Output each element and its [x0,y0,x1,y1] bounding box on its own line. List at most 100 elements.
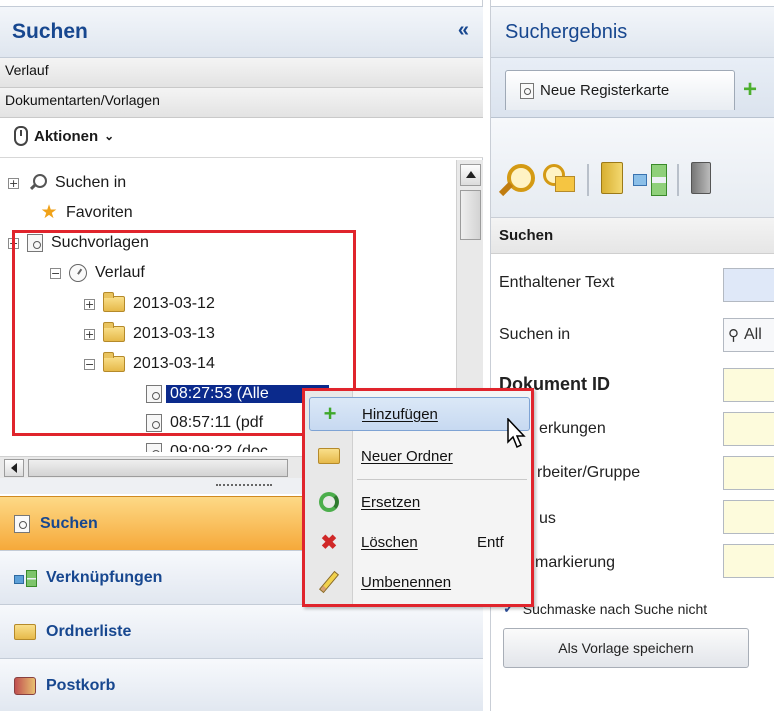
menu-item-ersetzen[interactable]: Ersetzen [309,485,530,519]
tree-node-favoriten[interactable]: ★ Favoriten [38,200,133,226]
label-bearbeiter-gruppe: rbeiter/Gruppe [537,464,641,481]
toolbar-separator [587,164,589,196]
collapse-icon[interactable]: − [50,267,61,279]
sidebar-header: Suchen « [0,6,483,58]
tree-node-suchen-in[interactable]: + Suchen in [8,170,126,196]
suchen-in-field[interactable]: ⚲ All [723,318,774,352]
splitter-grip[interactable] [216,484,272,487]
menu-item-umbenennen[interactable]: Umbenennen [309,565,530,599]
tree-node-entry[interactable]: 09:09:22 (doc [146,439,268,452]
document-search-icon [146,385,162,403]
plus-icon: + [323,401,337,426]
tab-strip: Neue Registerkarte + [491,58,774,118]
menu-item-shortcut: Entf [477,533,504,551]
label-status: us [539,510,556,527]
tree-node-suchvorlagen[interactable]: − Suchvorlagen [8,230,149,256]
document-search-icon [14,514,30,533]
tree-label: 2013-03-13 [133,325,215,342]
document-search-icon [146,414,162,432]
bemerkungen-input[interactable] [723,412,774,446]
result-title: Suchergebnis [505,21,628,43]
collapse-sidebar-button[interactable]: « [458,19,469,42]
dokument-id-input[interactable] [723,368,774,402]
menu-separator [357,479,527,480]
expand-icon[interactable]: + [84,298,95,310]
collapse-icon[interactable]: − [84,358,95,370]
suchen-in-value: All [744,326,762,343]
folder-icon [318,448,340,464]
inbox-icon [14,676,36,695]
star-icon: ★ [40,202,58,223]
search-icon [27,173,49,193]
tree-label: 2013-03-12 [133,295,215,312]
expand-icon[interactable]: + [84,328,95,340]
menu-item-hinzufuegen[interactable]: + Hinzufügen [309,397,530,431]
tree-label: Favoriten [66,204,133,221]
expand-icon[interactable]: + [8,177,19,189]
menu-item-label: Hinzufügen [362,405,438,423]
nav-postkorb[interactable]: Postkorb [0,658,483,711]
pencil-icon [318,570,340,594]
search-toolbar [491,118,774,218]
tree-label: Verlauf [95,264,145,281]
menu-item-loeschen[interactable]: ✖ Löschen Entf [309,525,530,559]
clock-icon [69,264,87,282]
nav-ordnerliste[interactable]: Ordnerliste [0,604,483,658]
toolbar-separator [677,164,679,196]
cursor-icon [507,418,526,449]
search-folder-icon[interactable] [541,162,575,198]
tree-node-verlauf[interactable]: − Verlauf [50,260,145,286]
scroll-thumb[interactable] [28,459,288,477]
label-suchen-in: Suchen in [499,326,571,343]
label-markierung: markierung [535,554,616,571]
sidebar-title: Suchen [12,20,88,43]
menu-item-neuer-ordner[interactable]: Neuer Ordner [309,439,530,473]
menu-item-label: Löschen [361,533,418,551]
search-icon[interactable] [499,162,535,198]
tab-label: Neue Registerkarte [540,82,670,99]
folder-icon [14,623,36,640]
folder-icon [103,322,125,342]
tree-node-entry[interactable]: 08:57:11 (pdf [146,410,263,436]
scroll-up-button[interactable] [460,164,481,186]
document-search-icon [146,443,162,452]
tree-label: Suchen in [55,174,127,191]
menu-item-label: Umbenennen [361,573,452,591]
tree-node-date[interactable]: + 2013-03-13 [84,321,215,347]
binder-icon[interactable] [601,162,623,194]
scroll-left-button[interactable] [4,459,24,477]
tree-node-date[interactable]: − 2013-03-14 [84,351,215,377]
bearbeiter-input[interactable] [723,456,774,490]
nav-label: Suchen [40,514,98,532]
label-bemerkungen: erkungen [539,420,606,437]
chevron-down-icon: ⌄ [104,129,115,143]
enthaltener-text-input[interactable] [723,268,774,302]
folder-icon [103,352,125,372]
exit-door-icon[interactable] [691,162,711,194]
delete-x-icon: ✖ [320,531,338,554]
collapse-icon[interactable]: − [8,237,19,249]
add-tab-plus-icon[interactable]: + [743,78,757,102]
tree-node-date[interactable]: + 2013-03-12 [84,291,215,317]
tab-neue-registerkarte[interactable]: Neue Registerkarte [505,70,735,110]
accordion-verlauf[interactable]: Verlauf [0,58,483,88]
status-input[interactable] [723,500,774,534]
search-icon: ⚲ [728,327,739,344]
tree-label: 08:57:11 (pdf [170,414,264,431]
save-as-template-button[interactable]: Als Vorlage speichern [503,628,749,668]
menu-item-label: Neuer Ordner [361,447,453,465]
scroll-thumb[interactable] [460,190,481,240]
context-menu: + Hinzufügen Neuer Ordner Ersetzen ✖ Lös… [302,388,534,607]
actions-label: Aktionen [34,127,99,145]
nav-label: Ordnerliste [46,622,132,640]
markierung-input[interactable] [723,544,774,578]
label-enthaltener-text: Enthaltener Text [499,274,615,291]
tree-label: 09:09:22 (doc [170,443,268,452]
accordion-dokumentarten[interactable]: Dokumentarten/Vorlagen [0,88,483,118]
actions-dropdown[interactable]: Aktionen ⌄ [14,126,114,146]
section-header: Suchen [491,218,774,254]
mouse-icon [14,126,28,146]
actions-toolbar: Aktionen ⌄ [0,118,483,158]
tree-label: Suchvorlagen [51,234,149,251]
tree-structure-icon[interactable] [633,162,667,198]
